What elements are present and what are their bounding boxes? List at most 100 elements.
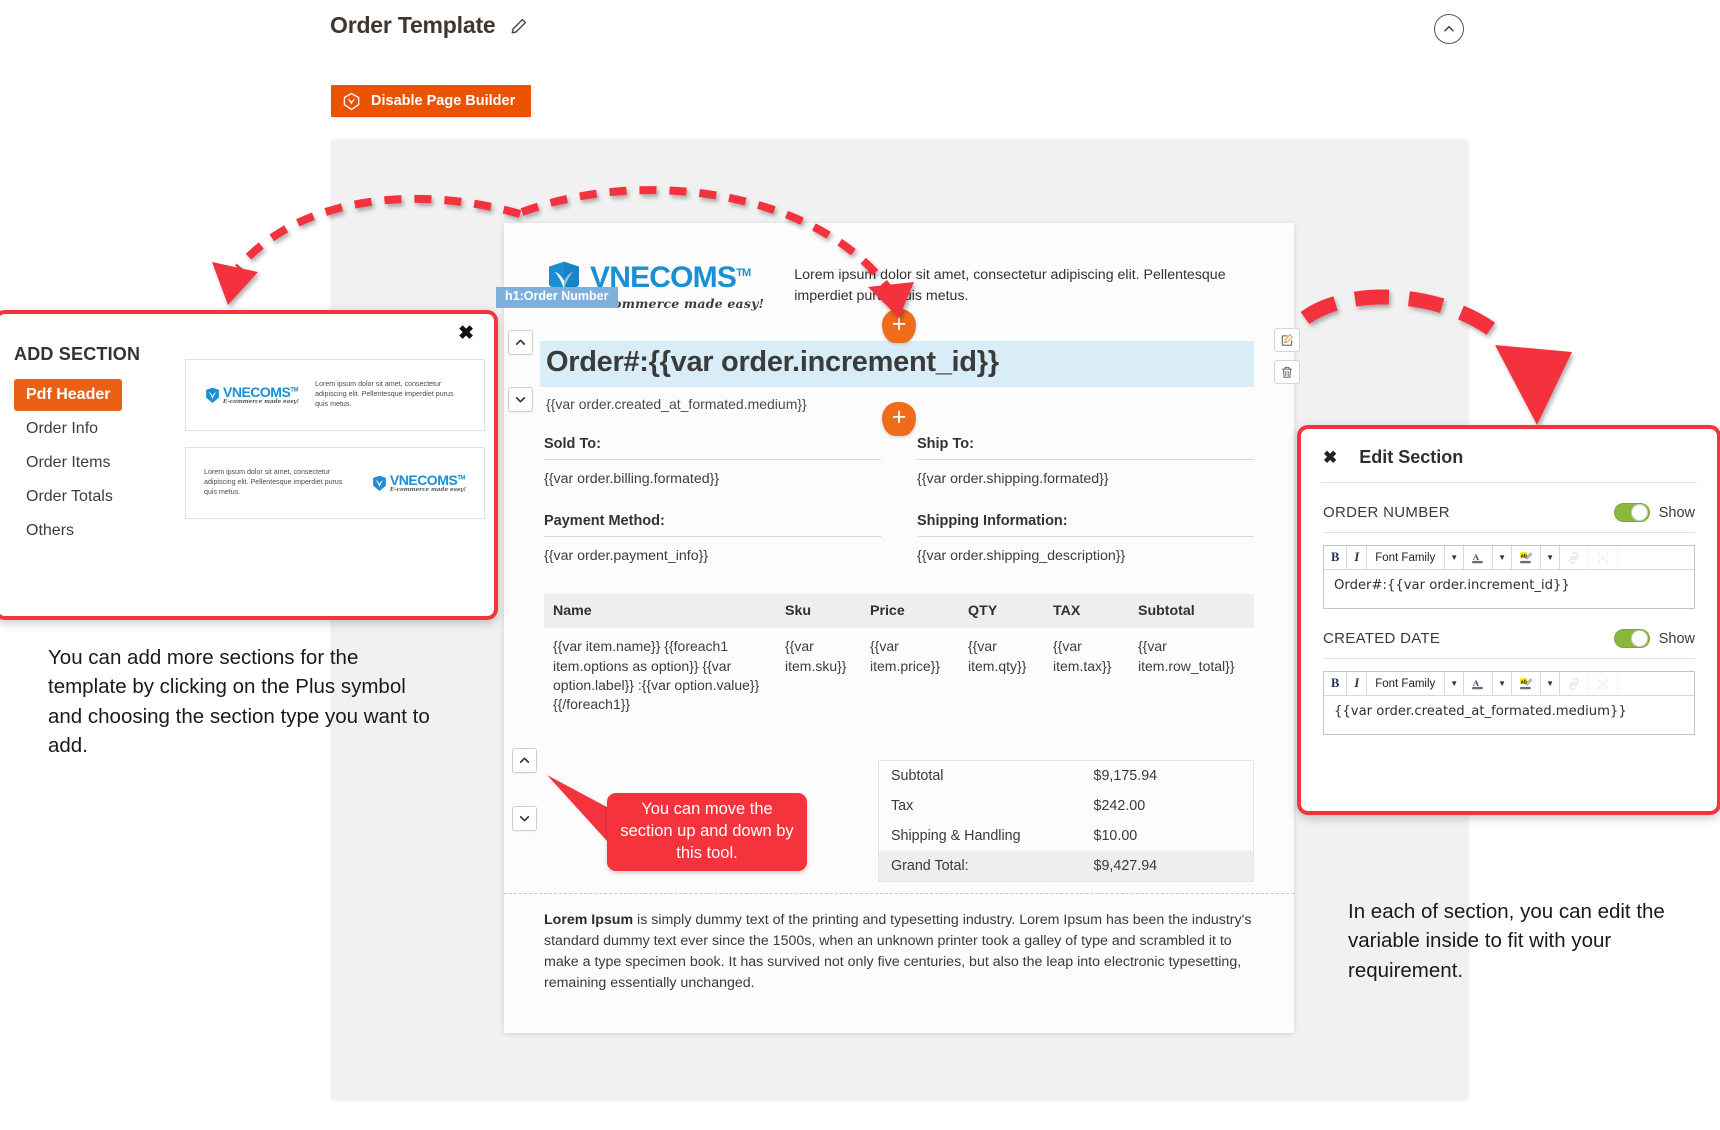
order-number-heading[interactable]: Order#:{{var order.increment_id}} bbox=[540, 341, 1254, 388]
thumb-logo-tm: TM bbox=[457, 475, 465, 482]
shipping-info-label: Shipping Information: bbox=[917, 513, 1254, 538]
section-thumbnail[interactable]: VNECOMSTM E-commerce made easy! Lorem ip… bbox=[185, 359, 485, 431]
totals-value: $9,175.94 bbox=[1093, 768, 1158, 785]
edit-section-panel[interactable]: ✖ Edit Section ORDER NUMBER Show B I Font Fa… bbox=[1297, 425, 1720, 815]
text-highlight-icon[interactable]: ab bbox=[1512, 546, 1542, 569]
text-highlight-icon[interactable]: ab bbox=[1512, 672, 1542, 695]
vnecoms-tm: TM bbox=[736, 267, 751, 279]
add-section-item-order-info[interactable]: Order Info bbox=[14, 413, 179, 445]
bold-button[interactable]: B bbox=[1324, 546, 1348, 569]
address-section: Sold To: {{var order.billing.formated}} … bbox=[544, 436, 1254, 487]
bold-button[interactable]: B bbox=[1324, 672, 1348, 695]
add-section-item-others[interactable]: Others bbox=[14, 515, 179, 547]
sold-to-block: Sold To: {{var order.billing.formated}} bbox=[544, 436, 881, 487]
order-totals-table: Subtotal $9,175.94 Tax $242.00 Shipping & Ha… bbox=[878, 760, 1254, 883]
disable-page-builder-button[interactable]: Disable Page Builder bbox=[331, 85, 532, 117]
edit-section-button[interactable] bbox=[1274, 328, 1300, 352]
add-section-item-order-items[interactable]: Order Items bbox=[14, 447, 179, 479]
wysiwyg-content[interactable]: {{var order.created_at_formated.medium}} bbox=[1324, 696, 1694, 734]
chevron-down-icon[interactable]: ▼ bbox=[1493, 672, 1513, 695]
totals-label: Shipping & Handling bbox=[891, 828, 1021, 845]
show-toggle[interactable] bbox=[1613, 629, 1650, 648]
annotation-edit-variable: In each of section, you can edit the var… bbox=[1348, 900, 1665, 982]
chevron-down-icon[interactable]: ▼ bbox=[1445, 672, 1465, 695]
items-column-header: Name bbox=[544, 594, 776, 629]
thumb-logo-word: VNECOMS bbox=[389, 472, 458, 488]
edit-field-label: CREATED DATE bbox=[1323, 630, 1441, 647]
show-toggle-label: Show bbox=[1658, 504, 1695, 521]
template-document: VNECOMSTM E-commerce made easy! Lorem ip… bbox=[504, 223, 1294, 1033]
footer-text-section: Lorem Ipsum is simply dummy text of the … bbox=[504, 882, 1294, 994]
close-icon[interactable]: ✖ bbox=[458, 324, 474, 343]
add-section-item-pdf-header[interactable]: Pdf Header bbox=[14, 379, 123, 411]
section-thumbnail[interactable]: VNECOMSTM E-commerce made easy! Lorem ip… bbox=[185, 447, 485, 519]
font-family-select[interactable]: Font Family bbox=[1367, 546, 1446, 569]
payment-method-value: {{var order.payment_info}} bbox=[544, 548, 709, 565]
link-icon[interactable] bbox=[1560, 546, 1589, 569]
move-items-up-button[interactable] bbox=[512, 748, 537, 773]
totals-label: Tax bbox=[891, 798, 914, 815]
order-items-table: Name Sku Price QTY TAX Subtotal {{var item.na… bbox=[544, 594, 1254, 720]
svg-text:A: A bbox=[1473, 551, 1480, 561]
section-divider bbox=[504, 893, 1294, 894]
vnecoms-mini-logo: VNECOMSTM E-commerce made easy! bbox=[371, 473, 466, 493]
wysiwyg-toolbar: B I Font Family ▼ A ▼ ab ▼ bbox=[1324, 672, 1694, 696]
plus-glyph: + bbox=[891, 310, 907, 338]
show-toggle[interactable] bbox=[1613, 503, 1650, 522]
edit-section-header: ✖ Edit Section bbox=[1301, 429, 1717, 482]
text-color-icon[interactable]: A bbox=[1464, 546, 1494, 569]
divider bbox=[1323, 532, 1695, 533]
add-section-panel[interactable]: ✖ ADD SECTION Pdf Header Order Info Order … bbox=[0, 310, 498, 620]
wysiwyg-editor[interactable]: B I Font Family ▼ A ▼ ab ▼ {{var order.created_a… bbox=[1323, 671, 1695, 735]
totals-row: Shipping & Handling $10.00 bbox=[879, 821, 1254, 851]
items-cell: {{var item.qty}} bbox=[968, 638, 1027, 674]
ship-to-value: {{var order.shipping.formated}} bbox=[917, 471, 1109, 488]
unlink-icon[interactable] bbox=[1589, 672, 1618, 695]
edit-section-title: Edit Section bbox=[1359, 447, 1464, 467]
font-family-select[interactable]: Font Family bbox=[1367, 672, 1446, 695]
shipping-info-block: Shipping Information: {{var order.shippi… bbox=[917, 513, 1254, 564]
close-icon[interactable]: ✖ bbox=[1323, 449, 1337, 466]
add-section-item-order-totals[interactable]: Order Totals bbox=[14, 481, 179, 513]
chevron-down-icon[interactable]: ▼ bbox=[1493, 546, 1513, 569]
table-header-row: Name Sku Price QTY TAX Subtotal bbox=[544, 594, 1254, 629]
pencil-icon[interactable] bbox=[510, 17, 528, 35]
footer-bold-lead: Lorem Ipsum bbox=[544, 912, 634, 929]
totals-label: Subtotal bbox=[891, 768, 944, 785]
delete-section-button[interactable] bbox=[1274, 360, 1300, 384]
wysiwyg-editor[interactable]: B I Font Family ▼ A ▼ ab ▼ Order#:{{var order.in… bbox=[1323, 545, 1695, 609]
edit-field-created-date: CREATED DATE Show B I Font Family ▼ A ▼ ab ▼ {{var… bbox=[1301, 609, 1717, 735]
items-cell: {{var item.price}} bbox=[870, 638, 941, 674]
move-items-down-button[interactable] bbox=[512, 806, 537, 831]
shipping-info-value: {{var order.shipping_description}} bbox=[917, 548, 1126, 565]
chevron-down-icon[interactable]: ▼ bbox=[1541, 672, 1560, 695]
italic-button[interactable]: I bbox=[1347, 546, 1368, 569]
page-title-group: Order Template bbox=[330, 12, 528, 39]
totals-row: Tax $242.00 bbox=[879, 791, 1254, 821]
thumb-logo-tagline: E-commerce made easy! bbox=[389, 487, 466, 493]
vnecoms-mark-icon bbox=[204, 387, 221, 404]
add-section-plus-button-top[interactable]: + bbox=[882, 309, 916, 343]
unlink-icon[interactable] bbox=[1589, 546, 1618, 569]
chevron-down-icon[interactable]: ▼ bbox=[1541, 546, 1560, 569]
chevron-down-icon[interactable]: ▼ bbox=[1445, 546, 1465, 569]
wysiwyg-content[interactable]: Order#:{{var order.increment_id}} bbox=[1324, 570, 1694, 608]
thumb-text: Lorem ipsum dolor sit amet, consectetur … bbox=[204, 468, 343, 496]
add-section-title: ADD SECTION bbox=[14, 344, 141, 364]
totals-row: Grand Total: $9,427.94 bbox=[878, 851, 1254, 882]
add-section-plus-button-mid[interactable]: + bbox=[882, 402, 916, 436]
italic-button[interactable]: I bbox=[1347, 672, 1368, 695]
move-section-up-button[interactable] bbox=[508, 330, 533, 355]
add-section-thumbnail-list: VNECOMSTM E-commerce made easy! Lorem ip… bbox=[185, 359, 485, 535]
items-column-header: TAX bbox=[1044, 594, 1129, 629]
collapse-panel-button[interactable] bbox=[1434, 14, 1464, 44]
edit-field-order-number: ORDER NUMBER Show B I Font Family ▼ A ▼ ab ▼ Order… bbox=[1301, 483, 1717, 609]
totals-row: Subtotal $9,175.94 bbox=[879, 761, 1254, 792]
pdf-header-text: Lorem ipsum dolor sit amet, consectetur … bbox=[794, 267, 1226, 305]
move-tool-callout: You can move the section up and down by … bbox=[607, 793, 807, 871]
ship-to-label: Ship To: bbox=[917, 436, 1254, 461]
link-icon[interactable] bbox=[1560, 672, 1589, 695]
text-color-icon[interactable]: A bbox=[1464, 672, 1494, 695]
move-section-down-button[interactable] bbox=[508, 387, 533, 412]
footer-body-text: is simply dummy text of the printing and… bbox=[544, 912, 1252, 991]
